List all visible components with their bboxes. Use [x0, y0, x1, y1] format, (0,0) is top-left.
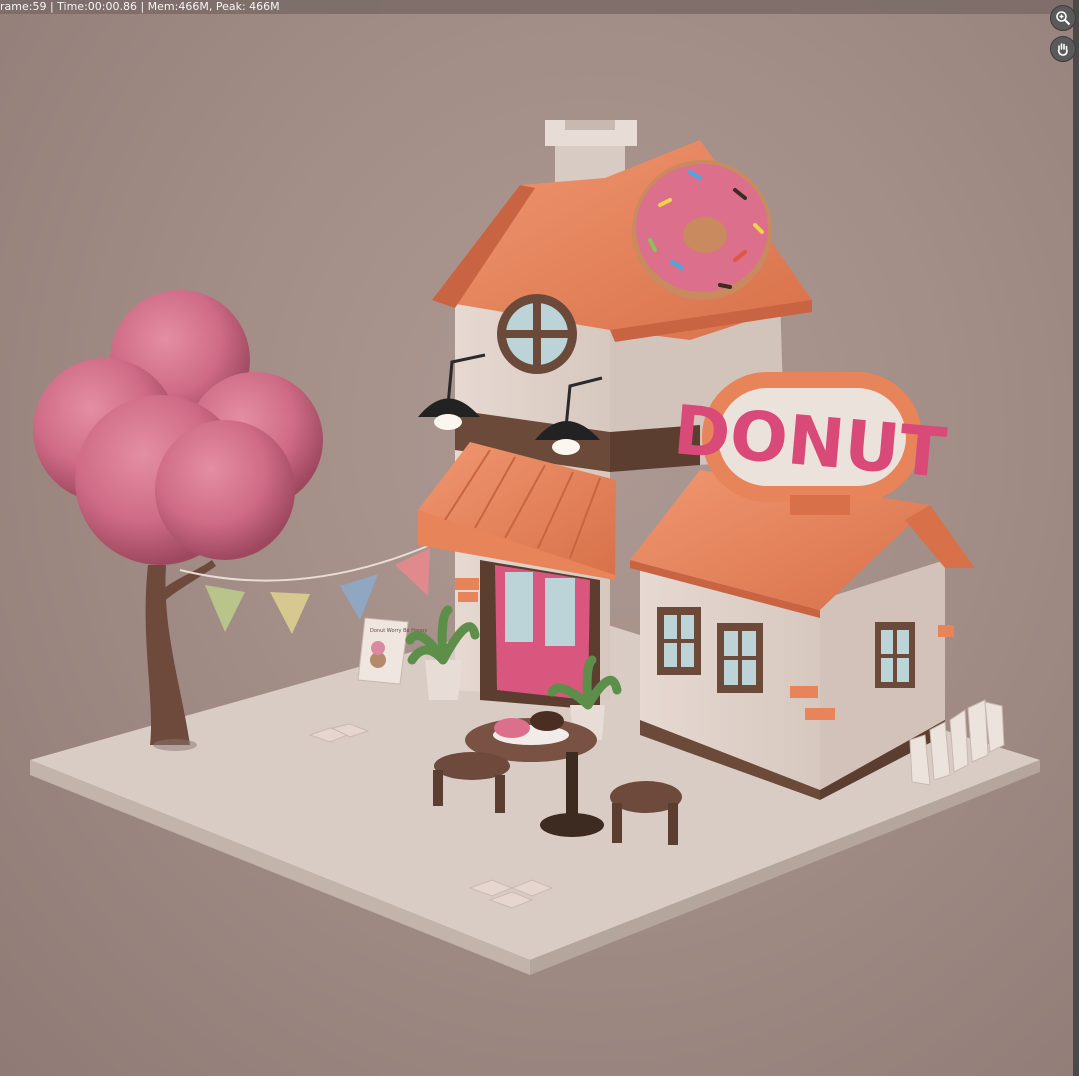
render-status-bar: rame:59 | Time:00:00.86 | Mem:466M, Peak… — [0, 0, 1073, 14]
roof-donut — [632, 160, 772, 300]
tree — [33, 290, 323, 751]
render-status-text: rame:59 | Time:00:00.86 | Mem:466M, Peak… — [0, 0, 280, 13]
zoom-magnifier-icon — [1055, 10, 1071, 26]
viewport-edge — [1073, 0, 1079, 1076]
zoom-button[interactable] — [1050, 5, 1076, 31]
pan-button[interactable] — [1050, 36, 1076, 62]
render-viewport[interactable]: Donut Worry Be Happy DONUT rame:59 | Tim… — [0, 0, 1073, 1076]
pan-hand-icon — [1055, 41, 1071, 57]
render-scene: Donut Worry Be Happy DONUT — [30, 120, 1040, 975]
